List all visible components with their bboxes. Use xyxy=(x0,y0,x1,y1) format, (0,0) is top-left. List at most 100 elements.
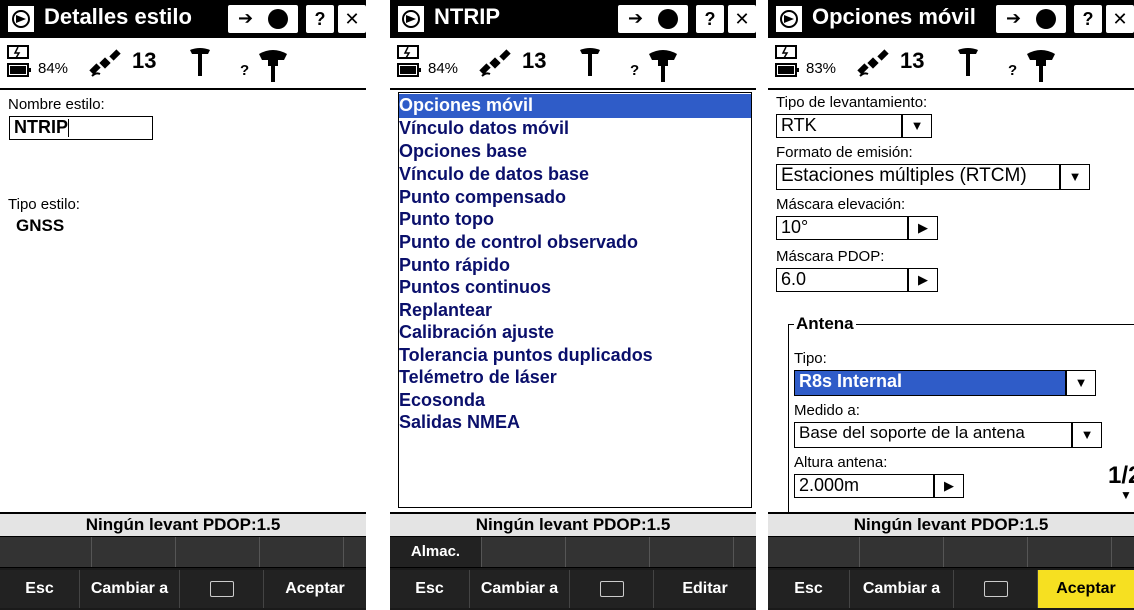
keyboard-button[interactable] xyxy=(954,570,1038,608)
chevron-right-icon[interactable]: ▶ xyxy=(934,474,964,498)
esc-button[interactable]: Esc xyxy=(0,570,80,608)
antenna-height-input[interactable]: 2.000m xyxy=(794,474,934,498)
menu-item[interactable]: Punto compensado xyxy=(399,187,566,208)
softkey-4[interactable] xyxy=(1028,537,1112,567)
esc-button[interactable]: Esc xyxy=(768,570,850,608)
survey-type-select[interactable]: RTK xyxy=(776,114,902,138)
softkey-4[interactable] xyxy=(260,537,344,567)
chevron-down-icon[interactable]: ▼ xyxy=(902,114,932,138)
connect-icon[interactable]: ➔ xyxy=(628,8,643,29)
button-row: Esc Cambiar a Aceptar xyxy=(0,568,366,610)
battery-icon[interactable] xyxy=(774,44,802,80)
output-format-label: Formato de emisión: xyxy=(776,144,913,161)
style-name-input[interactable]: NTRIP xyxy=(9,116,153,140)
app-logo-icon[interactable] xyxy=(776,6,802,32)
rover-antenna-icon[interactable] xyxy=(188,46,212,76)
connection-status-group[interactable]: ➔ xyxy=(618,5,688,33)
menu-item[interactable]: Punto de control observado xyxy=(399,232,638,253)
softkey-3[interactable] xyxy=(176,537,260,567)
measured-to-select[interactable]: Base del soporte de la antena xyxy=(794,422,1072,448)
menu-item[interactable]: Salidas NMEA xyxy=(399,412,520,433)
softkey-4[interactable] xyxy=(650,537,734,567)
disconnect-icon[interactable] xyxy=(268,9,288,29)
satellite-icon[interactable] xyxy=(856,46,890,80)
help-button[interactable]: ? xyxy=(1074,5,1102,33)
menu-item[interactable]: Punto rápido xyxy=(399,255,510,276)
menu-item[interactable]: Opciones móvil xyxy=(399,95,533,116)
softkey-2[interactable] xyxy=(482,537,566,567)
help-button[interactable]: ? xyxy=(306,5,334,33)
chevron-down-icon[interactable]: ▼ xyxy=(1066,370,1096,396)
menu-item[interactable]: Opciones base xyxy=(399,141,527,162)
switch-to-button[interactable]: Cambiar a xyxy=(80,570,180,608)
chevron-right-icon[interactable]: ▶ xyxy=(908,268,938,292)
softkey-2[interactable] xyxy=(92,537,176,567)
elevation-mask-input[interactable]: 10° xyxy=(776,216,908,240)
disconnect-icon[interactable] xyxy=(658,9,678,29)
close-button[interactable]: ✕ xyxy=(728,5,756,33)
form-area: Nombre estilo: NTRIP Tipo estilo: GNSS xyxy=(0,90,366,512)
pdop-mask-input[interactable]: 6.0 xyxy=(776,268,908,292)
battery-icon[interactable] xyxy=(396,44,424,80)
help-button[interactable]: ? xyxy=(696,5,724,33)
store-softkey[interactable]: Almac. xyxy=(390,537,482,567)
keyboard-button[interactable] xyxy=(570,570,654,608)
softkey-3[interactable] xyxy=(944,537,1028,567)
connect-icon[interactable]: ➔ xyxy=(1006,8,1021,29)
accept-button[interactable]: Aceptar xyxy=(264,570,366,608)
rover-antenna-icon[interactable] xyxy=(578,46,602,76)
battery-percent: 84% xyxy=(38,60,69,77)
button-row: Esc Cambiar a Aceptar xyxy=(768,568,1134,610)
satellite-count: 13 xyxy=(522,48,547,73)
accept-button[interactable]: Aceptar xyxy=(1038,570,1134,608)
app-logo-icon[interactable] xyxy=(398,6,424,32)
base-receiver-icon[interactable] xyxy=(646,44,680,82)
menu-item[interactable]: Ecosonda xyxy=(399,390,485,411)
menu-item[interactable]: Puntos continuos xyxy=(399,277,551,298)
elevation-mask-label: Máscara elevación: xyxy=(776,196,906,213)
chevron-right-icon[interactable]: ▶ xyxy=(908,216,938,240)
softkey-3[interactable] xyxy=(566,537,650,567)
esc-button[interactable]: Esc xyxy=(390,570,470,608)
satellite-count: 13 xyxy=(900,48,925,73)
output-format-select[interactable]: Estaciones múltiples (RTCM) xyxy=(776,164,1060,190)
satellite-count: 13 xyxy=(132,48,157,73)
switch-to-button[interactable]: Cambiar a xyxy=(850,570,954,608)
antenna-type-select[interactable]: R8s Internal xyxy=(794,370,1066,396)
battery-icon[interactable] xyxy=(6,44,34,80)
unknown-status-mark: ? xyxy=(630,62,640,79)
page-down-icon[interactable]: ▼ xyxy=(1120,488,1132,502)
title-bar: Detalles estilo ➔ ? ✕ xyxy=(0,0,366,38)
style-name-value: NTRIP xyxy=(14,117,68,137)
connection-status-group[interactable]: ➔ xyxy=(228,5,298,33)
menu-item[interactable]: Punto topo xyxy=(399,209,494,230)
menu-item[interactable]: Tolerancia puntos duplicados xyxy=(399,345,653,366)
menu-item[interactable]: Telémetro de láser xyxy=(399,367,557,388)
menu-item[interactable]: Calibración ajuste xyxy=(399,322,554,343)
switch-to-button[interactable]: Cambiar a xyxy=(470,570,570,608)
satellite-icon[interactable] xyxy=(478,46,512,80)
edit-button[interactable]: Editar xyxy=(654,570,756,608)
app-logo-icon[interactable] xyxy=(8,6,34,32)
close-button[interactable]: ✕ xyxy=(1106,5,1134,33)
chevron-down-icon[interactable]: ▼ xyxy=(1072,422,1102,448)
menu-item[interactable]: Vínculo de datos base xyxy=(399,164,589,185)
page-indicator[interactable]: 1/2 ▼ xyxy=(1108,462,1134,508)
base-receiver-icon[interactable] xyxy=(1024,44,1058,82)
base-receiver-icon[interactable] xyxy=(256,44,290,82)
survey-status: Ningún levant PDOP:1.5 xyxy=(0,514,366,536)
page-indicator-text: 1/2 xyxy=(1108,462,1134,489)
rover-antenna-icon[interactable] xyxy=(956,46,980,76)
close-button[interactable]: ✕ xyxy=(338,5,366,33)
connection-status-group[interactable]: ➔ xyxy=(996,5,1066,33)
softkey-2[interactable] xyxy=(860,537,944,567)
keyboard-button[interactable] xyxy=(180,570,264,608)
chevron-down-icon[interactable]: ▼ xyxy=(1060,164,1090,190)
satellite-icon[interactable] xyxy=(88,46,122,80)
menu-item[interactable]: Vínculo datos móvil xyxy=(399,118,569,139)
connect-icon[interactable]: ➔ xyxy=(238,8,253,29)
softkey-1[interactable] xyxy=(0,537,92,567)
softkey-1[interactable] xyxy=(768,537,860,567)
disconnect-icon[interactable] xyxy=(1036,9,1056,29)
menu-item[interactable]: Replantear xyxy=(399,300,492,321)
